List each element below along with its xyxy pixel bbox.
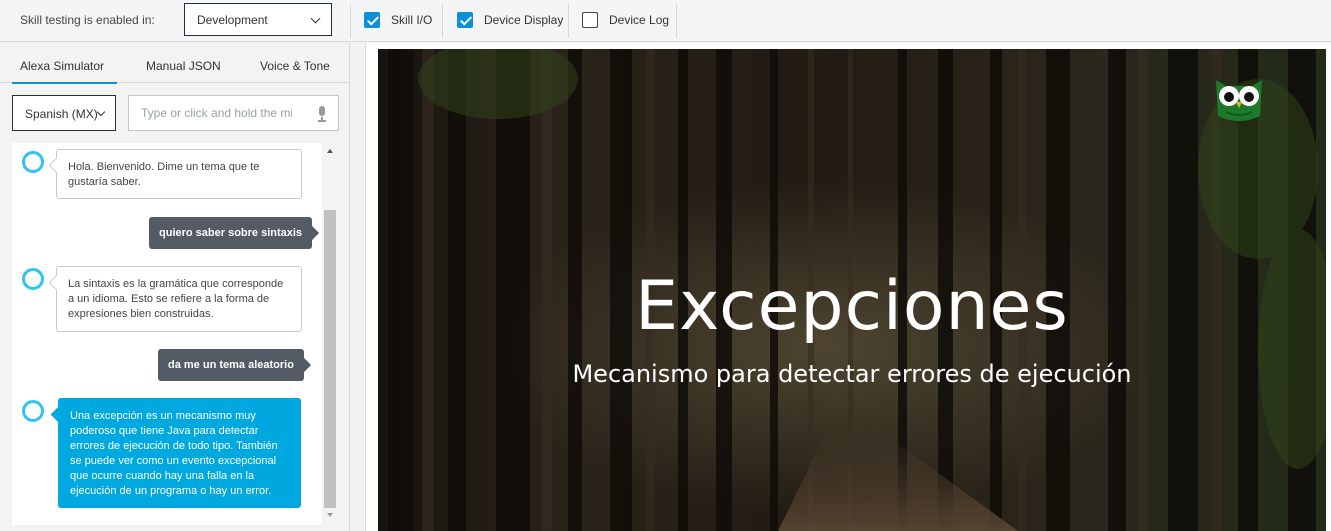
- tab-alexa-simulator[interactable]: Alexa Simulator: [11, 59, 118, 84]
- alexa-avatar-icon: [22, 268, 44, 290]
- utterance-input[interactable]: [129, 96, 304, 130]
- tab-voice-tone[interactable]: Voice & Tone: [260, 59, 330, 73]
- checkbox-label: Skill I/O: [391, 13, 433, 27]
- alexa-message-highlighted: Una excepción es un mecanismo muy podero…: [58, 398, 301, 508]
- scroll-up-icon[interactable]: [327, 149, 333, 153]
- chat-scrollbar[interactable]: [322, 143, 338, 525]
- scrollbar-thumb[interactable]: [324, 210, 336, 508]
- divider: [350, 4, 351, 38]
- checkbox-checked-icon[interactable]: [364, 12, 380, 28]
- scroll-down-icon[interactable]: [327, 513, 333, 517]
- language-select[interactable]: Spanish (MX): [12, 95, 116, 131]
- alexa-message: La sintaxis es la gramática que correspo…: [56, 266, 302, 332]
- device-display-checkbox[interactable]: Device Display: [457, 11, 563, 29]
- skill-io-checkbox[interactable]: Skill I/O: [364, 11, 432, 29]
- env-select[interactable]: Development: [184, 3, 332, 36]
- display-title: Excepciones: [635, 267, 1069, 346]
- chevron-down-icon: [310, 13, 321, 24]
- owl-icon: [1216, 80, 1262, 121]
- user-message: da me un tema aleatorio: [158, 349, 304, 381]
- checkbox-label: Device Display: [484, 13, 564, 27]
- checkbox-checked-icon[interactable]: [457, 12, 473, 28]
- user-message: quiero saber sobre sintaxis: [149, 217, 313, 249]
- tab-bar: Alexa Simulator Manual JSON Voice & Tone: [0, 43, 350, 84]
- chat-transcript: Hola. Bienvenido. Dime un tema que te gu…: [12, 143, 322, 525]
- display-subtitle: Mecanismo para detectar errores de ejecu…: [572, 360, 1132, 388]
- alexa-avatar-icon: [22, 400, 44, 422]
- checkbox-unchecked-icon[interactable]: [582, 12, 598, 28]
- device-display: Excepciones Mecanismo para detectar erro…: [365, 43, 1331, 531]
- device-log-checkbox[interactable]: Device Log: [582, 11, 669, 29]
- divider: [676, 4, 677, 38]
- env-label: Skill testing is enabled in:: [20, 13, 155, 27]
- tab-manual-json[interactable]: Manual JSON: [146, 59, 221, 73]
- simulator-panel: Alexa Simulator Manual JSON Voice & Tone…: [0, 43, 350, 531]
- divider: [442, 4, 443, 38]
- microphone-icon[interactable]: [317, 106, 327, 122]
- checkbox-label: Device Log: [609, 13, 670, 27]
- env-select-value: Development: [197, 13, 268, 27]
- toolbar: Skill testing is enabled in: Development…: [0, 0, 1331, 42]
- chevron-down-icon: [96, 107, 106, 117]
- language-select-value: Spanish (MX): [25, 107, 98, 121]
- display-screen: Excepciones Mecanismo para detectar erro…: [378, 49, 1326, 531]
- alexa-message: Hola. Bienvenido. Dime un tema que te gu…: [56, 149, 302, 199]
- utterance-box: [128, 95, 339, 131]
- alexa-avatar-icon: [22, 151, 44, 173]
- divider: [568, 4, 569, 38]
